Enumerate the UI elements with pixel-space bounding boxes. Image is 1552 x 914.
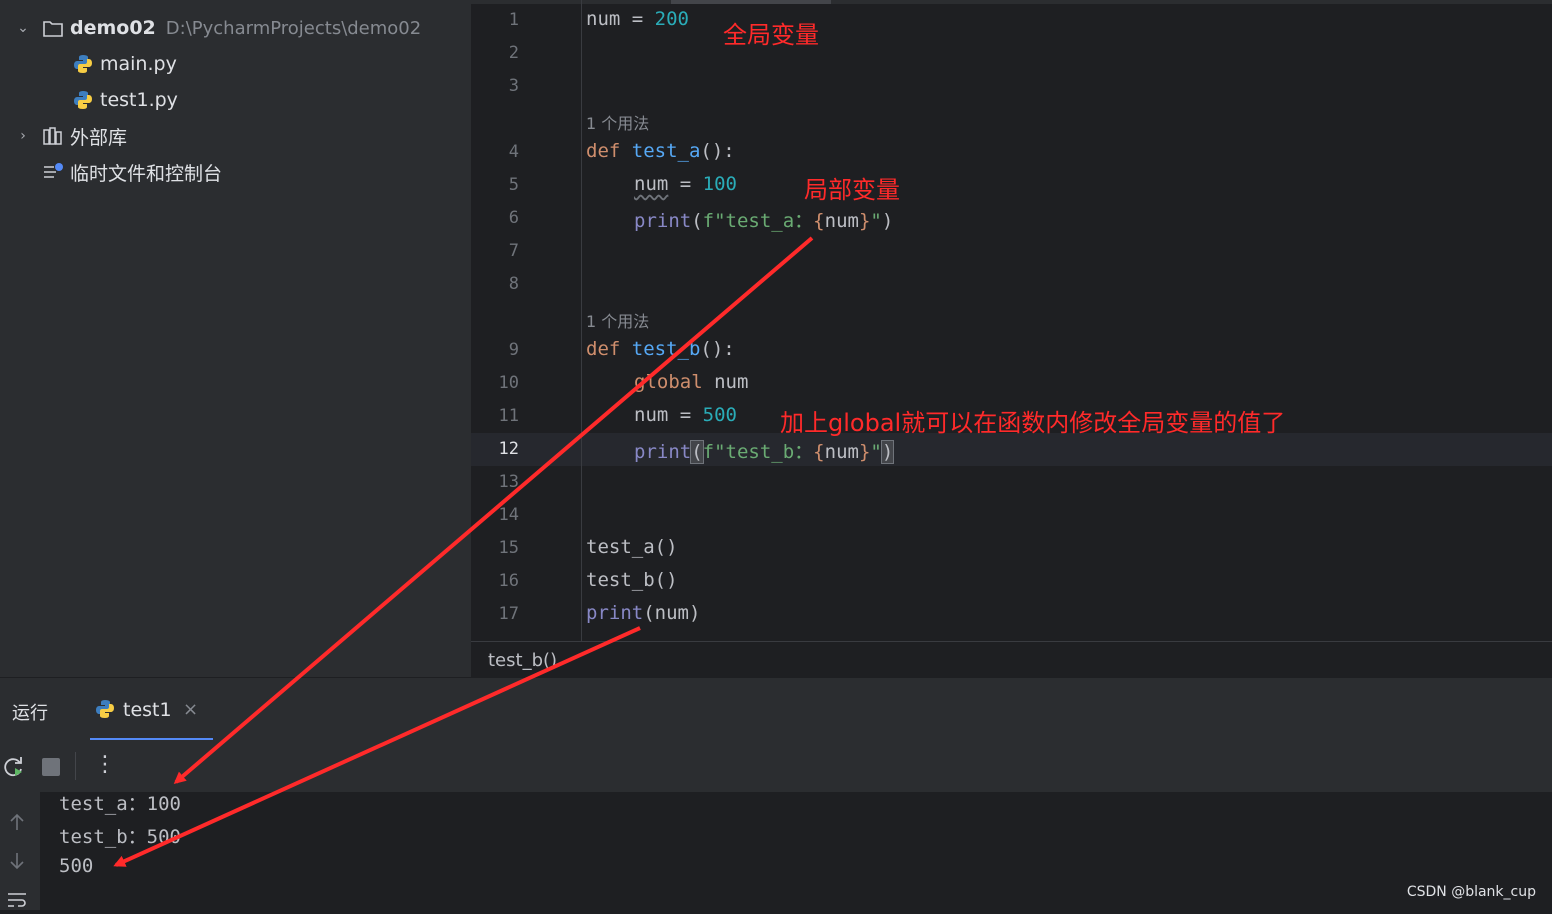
console-line: 500 bbox=[59, 855, 94, 877]
rerun-icon[interactable] bbox=[2, 755, 26, 783]
file-name: test1.py bbox=[100, 89, 178, 111]
toolbar-divider bbox=[75, 752, 76, 780]
folder-icon bbox=[42, 17, 64, 39]
line-number: 6 bbox=[508, 208, 519, 228]
line-number: 16 bbox=[498, 571, 519, 591]
run-tool-window-header: 运行 test1 × bbox=[0, 677, 1552, 741]
python-file-icon bbox=[72, 89, 94, 111]
run-tab-label: test1 bbox=[123, 699, 172, 721]
console-side-toolbar bbox=[0, 792, 40, 910]
run-toolbar: ⋮ bbox=[0, 740, 1552, 792]
line-number: 8 bbox=[508, 274, 519, 294]
file-name: main.py bbox=[100, 53, 177, 75]
arrow-down-icon[interactable] bbox=[8, 851, 26, 875]
tree-item-external-libs[interactable]: › 外部库 bbox=[14, 118, 127, 154]
line-number: 10 bbox=[498, 373, 519, 393]
code-line-11[interactable]: num = 500 bbox=[634, 404, 737, 426]
usage-hint[interactable]: 1 个用法 bbox=[586, 110, 649, 134]
usage-hint[interactable]: 1 个用法 bbox=[586, 308, 649, 332]
watermark: CSDN @blank_cup bbox=[1406, 884, 1536, 900]
line-number: 9 bbox=[508, 340, 519, 360]
line-number-active: 12 bbox=[498, 439, 519, 459]
run-tab-test1[interactable]: test1 × bbox=[90, 678, 213, 741]
code-line-10[interactable]: global num bbox=[634, 371, 748, 393]
console-output[interactable]: test_a：100 test_b：500 500 bbox=[0, 792, 1552, 910]
editor-breadcrumb[interactable]: test_b() bbox=[471, 641, 1552, 678]
code-line-16[interactable]: test_b() bbox=[586, 569, 678, 591]
line-number: 14 bbox=[498, 505, 519, 525]
line-number: 5 bbox=[508, 175, 519, 195]
console-line: test_a：100 bbox=[59, 793, 181, 815]
code-line-1[interactable]: num = 200 bbox=[586, 8, 689, 30]
editor-scroll-indicator[interactable] bbox=[471, 0, 1552, 4]
code-line-15[interactable]: test_a() bbox=[586, 536, 678, 558]
code-line-4[interactable]: def test_a(): bbox=[586, 140, 735, 162]
tree-root-demo02[interactable]: ⌄ demo02 D:\PycharmProjects\demo02 bbox=[14, 10, 421, 46]
line-number: 3 bbox=[508, 76, 519, 96]
library-icon bbox=[42, 125, 64, 147]
soft-wrap-icon[interactable] bbox=[6, 890, 28, 914]
annotation-global-note: 加上global就可以在函数内修改全局变量的值了 bbox=[780, 409, 1286, 437]
annotation-local-variable: 局部变量 bbox=[804, 176, 900, 204]
stop-icon[interactable] bbox=[41, 757, 61, 781]
tree-item-scratches[interactable]: 临时文件和控制台 bbox=[42, 154, 222, 190]
python-file-icon bbox=[95, 699, 115, 723]
code-line-12[interactable]: print(f"test_b：{num}") bbox=[634, 437, 895, 464]
code-line-9[interactable]: def test_b(): bbox=[586, 338, 735, 360]
breadcrumb-item[interactable]: test_b() bbox=[488, 650, 557, 671]
line-number: 2 bbox=[508, 43, 519, 63]
run-panel-title: 运行 bbox=[12, 703, 48, 724]
scratches-label: 临时文件和控制台 bbox=[70, 162, 223, 185]
gutter-separator bbox=[581, 0, 582, 641]
more-options-icon[interactable]: ⋮ bbox=[94, 752, 116, 777]
code-editor[interactable]: 1 2 3 4 5 6 7 8 9 10 11 12 13 14 15 16 1… bbox=[471, 0, 1552, 641]
root-folder-path: D:\PycharmProjects\demo02 bbox=[165, 17, 422, 39]
arrow-up-icon[interactable] bbox=[8, 812, 26, 836]
line-number: 15 bbox=[498, 538, 519, 558]
root-folder-name: demo02 bbox=[70, 17, 156, 39]
code-line-17[interactable]: print(num) bbox=[586, 602, 700, 624]
code-line-6[interactable]: print(f"test_a：{num}") bbox=[634, 206, 893, 233]
line-number: 7 bbox=[508, 241, 519, 261]
line-number: 4 bbox=[508, 142, 519, 162]
code-line-5[interactable]: num = 100 bbox=[634, 173, 737, 195]
chevron-down-icon[interactable]: ⌄ bbox=[14, 20, 32, 36]
chevron-right-icon[interactable]: › bbox=[14, 128, 32, 144]
tree-item-main-py[interactable]: main.py bbox=[72, 46, 177, 82]
line-number: 1 bbox=[508, 10, 519, 30]
python-file-icon bbox=[72, 53, 94, 75]
close-tab-icon[interactable]: × bbox=[183, 699, 198, 720]
external-libs-label: 外部库 bbox=[70, 126, 128, 149]
annotation-global-variable: 全局变量 bbox=[723, 21, 819, 49]
scratches-icon bbox=[42, 161, 64, 183]
line-number: 17 bbox=[498, 604, 519, 624]
line-number: 11 bbox=[498, 406, 519, 426]
tree-item-test1-py[interactable]: test1.py bbox=[72, 82, 178, 118]
console-line: test_b：500 bbox=[59, 826, 181, 848]
line-number: 13 bbox=[498, 472, 519, 492]
project-tool-window: ⌄ demo02 D:\PycharmProjects\demo02 main.… bbox=[0, 0, 471, 677]
